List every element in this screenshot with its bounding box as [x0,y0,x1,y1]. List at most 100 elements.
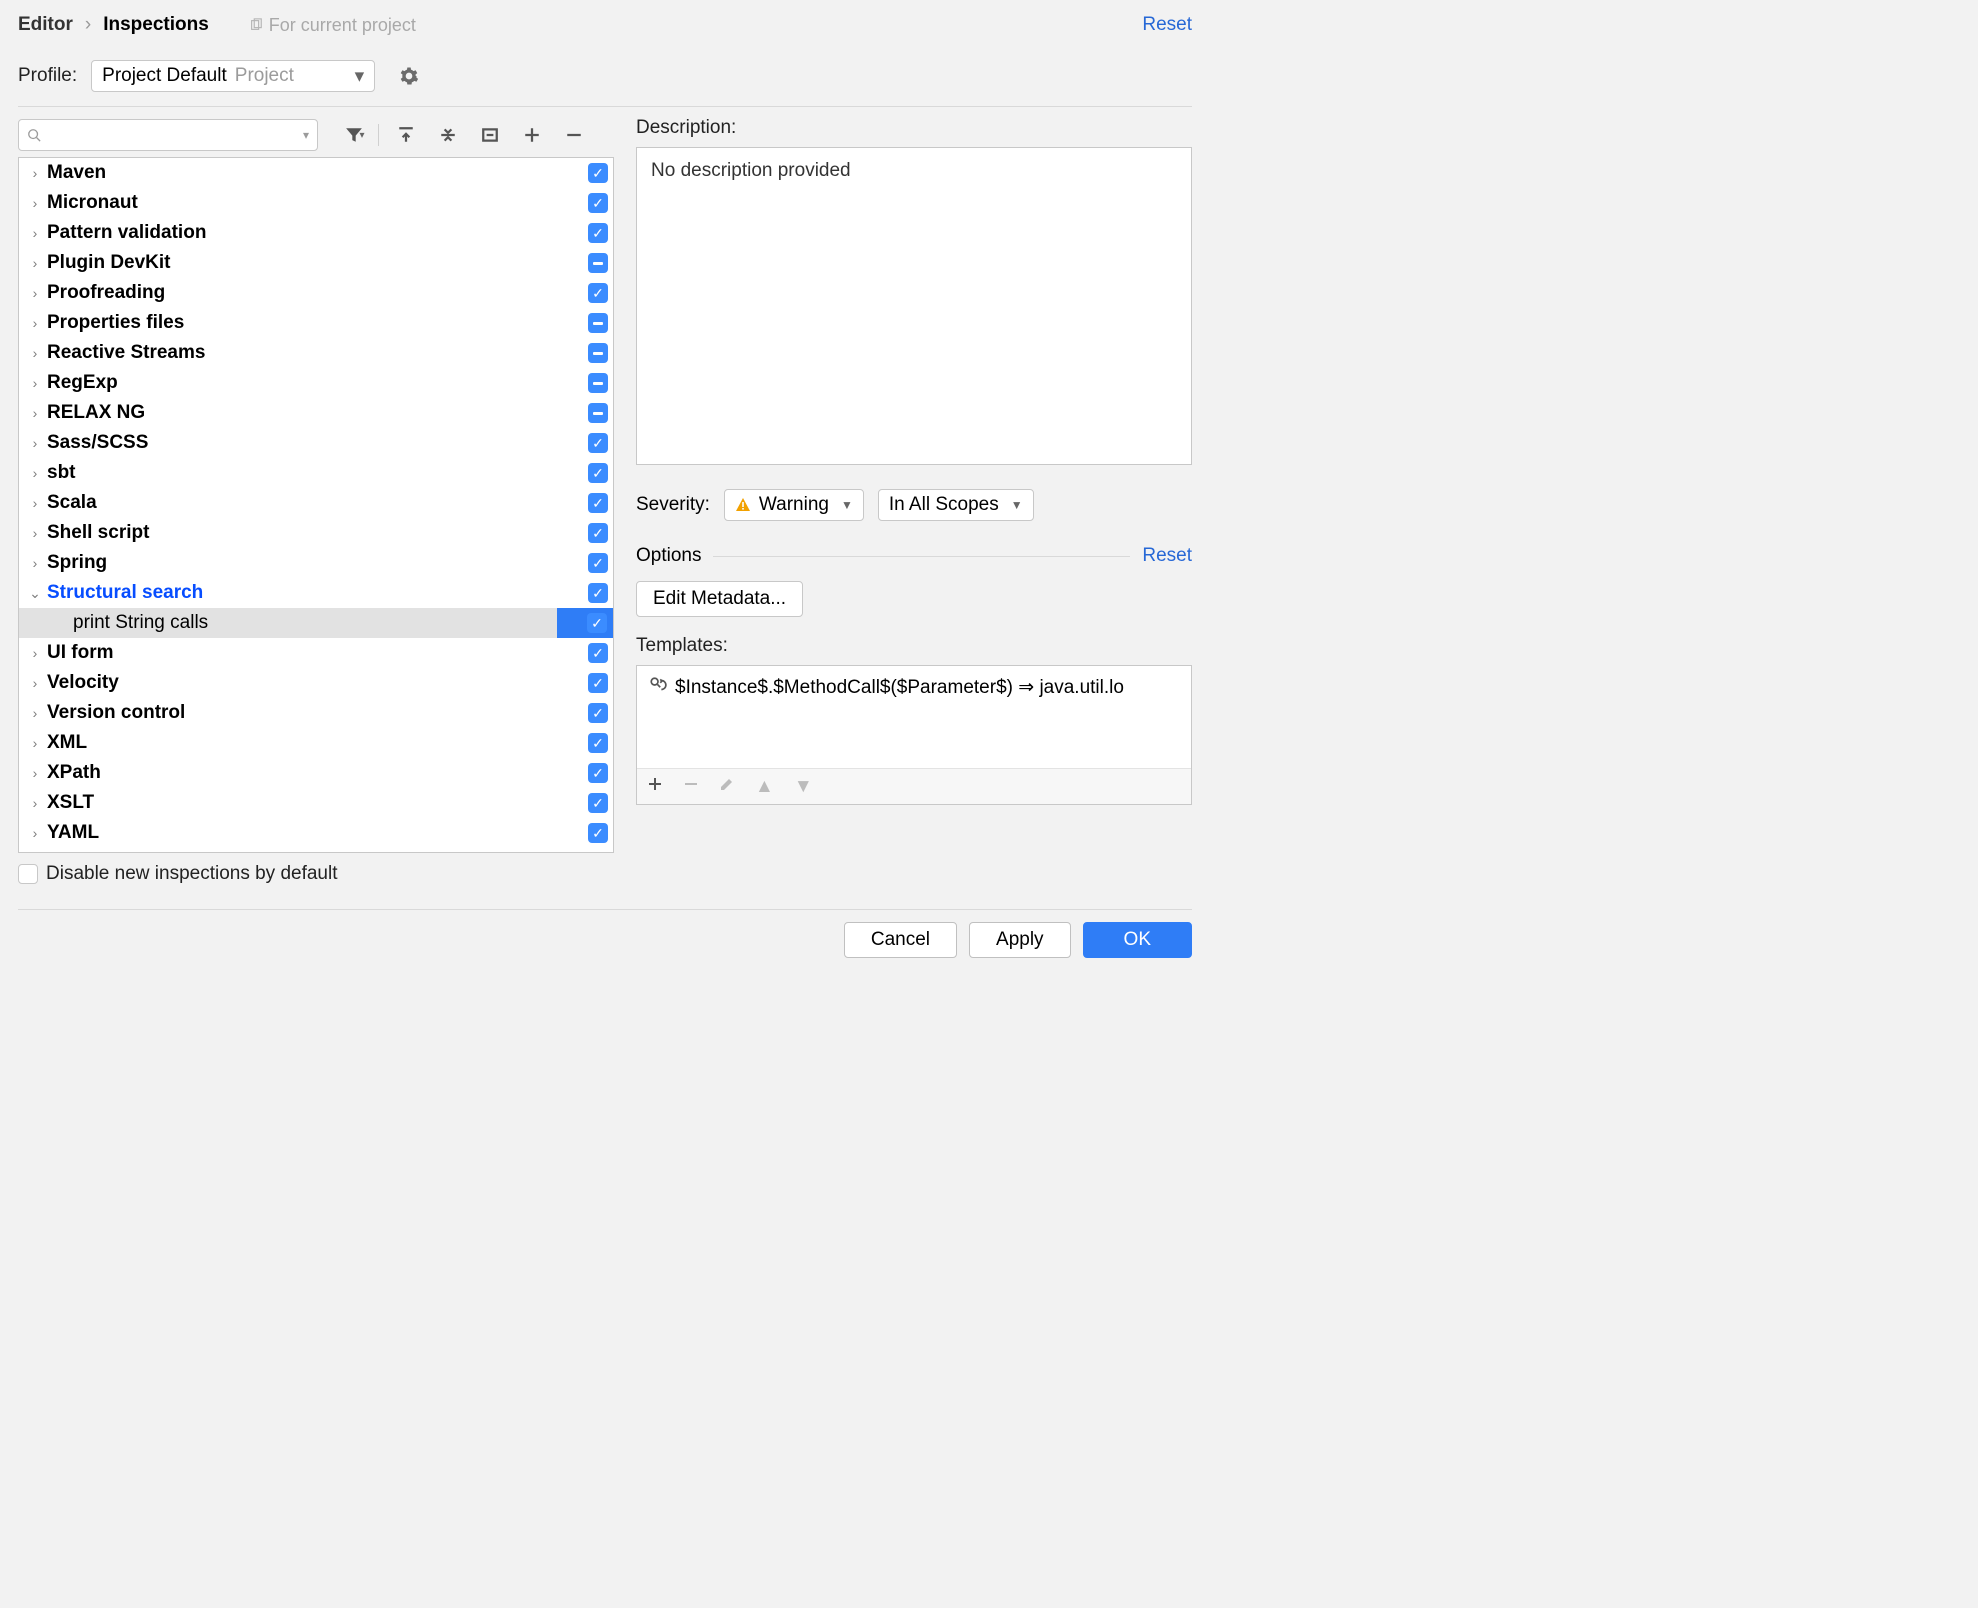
tree-row[interactable]: ›Pattern validation✓ [19,218,613,248]
inspection-checkbox[interactable]: ✓ [588,763,608,783]
chevron-right-icon[interactable]: › [23,825,47,841]
inspection-checkbox[interactable]: ✓ [588,163,608,183]
template-remove-icon[interactable] [683,776,699,798]
template-replace-icon [649,676,667,694]
apply-button[interactable]: Apply [969,922,1071,958]
tree-row[interactable]: ›RELAX NG [19,398,613,428]
reset-link[interactable]: Reset [1142,14,1192,36]
severity-select[interactable]: Warning ▼ [724,489,864,521]
tree-row[interactable]: ›Sass/SCSS✓ [19,428,613,458]
chevron-right-icon[interactable]: › [23,165,47,181]
gear-icon[interactable] [399,66,419,86]
template-move-down-icon[interactable]: ▼ [794,776,813,798]
scope-text: For current project [269,15,416,36]
cancel-button[interactable]: Cancel [844,922,957,958]
scope-select[interactable]: In All Scopes ▼ [878,489,1034,521]
inspection-checkbox[interactable]: ✓ [588,733,608,753]
inspection-checkbox[interactable]: ✓ [588,283,608,303]
tree-row[interactable]: ⌄Structural search✓ [19,578,613,608]
chevron-right-icon[interactable]: › [23,705,47,721]
tree-item-label: RELAX NG [47,402,145,424]
inspection-checkbox[interactable]: ✓ [588,643,608,663]
ok-button[interactable]: OK [1083,922,1192,958]
chevron-right-icon[interactable]: › [23,225,47,241]
inspection-checkbox[interactable] [588,373,608,393]
breadcrumb-inspections[interactable]: Inspections [103,14,209,36]
tree-row[interactable]: print String calls✓ [19,608,613,638]
tree-row[interactable]: ›Maven✓ [19,158,613,188]
tree-row[interactable]: ›Scala✓ [19,488,613,518]
tree-row[interactable]: ›XPath✓ [19,758,613,788]
profile-select[interactable]: Project Default Project ▾ [91,60,375,92]
template-edit-icon[interactable] [719,776,735,798]
chevron-right-icon[interactable]: › [23,315,47,331]
chevron-right-icon[interactable]: › [23,675,47,691]
filter-icon[interactable]: ▾ [340,120,370,150]
inspection-checkbox[interactable]: ✓ [588,823,608,843]
inspection-checkbox[interactable] [588,253,608,273]
inspection-checkbox[interactable]: ✓ [588,673,608,693]
collapse-all-icon[interactable] [433,120,463,150]
tree-row[interactable]: ›Shell script✓ [19,518,613,548]
inspection-checkbox[interactable]: ✓ [588,433,608,453]
inspection-checkbox[interactable]: ✓ [588,463,608,483]
chevron-right-icon[interactable]: › [23,555,47,571]
inspection-tree[interactable]: ›Maven✓›Micronaut✓›Pattern validation✓›P… [18,157,614,853]
inspection-checkbox[interactable] [588,313,608,333]
breadcrumb-editor[interactable]: Editor [18,14,73,36]
options-reset-link[interactable]: Reset [1142,545,1192,567]
inspection-checkbox[interactable] [588,343,608,363]
tree-row[interactable]: ›RegExp [19,368,613,398]
search-input[interactable]: ▾ [18,119,318,151]
chevron-right-icon[interactable]: › [23,465,47,481]
template-add-icon[interactable] [647,776,663,798]
template-item[interactable]: $Instance$.$MethodCall$($Parameter$) ⇒ j… [675,676,1124,699]
tree-row[interactable]: ›Version control✓ [19,698,613,728]
chevron-right-icon[interactable]: › [23,195,47,211]
tree-row[interactable]: ›Proofreading✓ [19,278,613,308]
tree-row[interactable]: ›Reactive Streams [19,338,613,368]
chevron-right-icon[interactable]: › [23,735,47,751]
inspection-checkbox[interactable] [588,403,608,423]
disable-new-checkbox[interactable] [18,864,38,884]
chevron-down-icon[interactable]: ⌄ [23,585,47,602]
chevron-right-icon[interactable]: › [23,375,47,391]
chevron-right-icon[interactable]: › [23,345,47,361]
chevron-right-icon[interactable]: › [23,645,47,661]
chevron-right-icon[interactable]: › [23,795,47,811]
tree-row[interactable]: ›Velocity✓ [19,668,613,698]
tree-row[interactable]: ›Properties files [19,308,613,338]
expand-all-icon[interactable] [391,120,421,150]
chevron-right-icon[interactable]: › [23,525,47,541]
chevron-right-icon[interactable]: › [23,495,47,511]
tree-row[interactable]: ›Plugin DevKit [19,248,613,278]
edit-metadata-button[interactable]: Edit Metadata... [636,581,803,617]
remove-icon[interactable] [559,120,589,150]
inspection-checkbox[interactable]: ✓ [588,493,608,513]
chevron-right-icon[interactable]: › [23,435,47,451]
inspection-checkbox[interactable]: ✓ [588,793,608,813]
chevron-right-icon[interactable]: › [23,285,47,301]
tree-row[interactable]: ›XML✓ [19,728,613,758]
tree-row[interactable]: ›YAML ✓ [19,818,613,848]
tree-row[interactable]: ›Micronaut✓ [19,188,613,218]
tree-row[interactable]: ›UI form✓ [19,638,613,668]
tree-item-label: YAML [47,822,99,844]
inspection-checkbox[interactable]: ✓ [588,223,608,243]
toggle-square-icon[interactable] [475,120,505,150]
description-text: No description provided [651,160,851,181]
tree-row[interactable]: ›XSLT✓ [19,788,613,818]
chevron-right-icon[interactable]: › [23,255,47,271]
tree-row[interactable]: ›sbt✓ [19,458,613,488]
chevron-right-icon[interactable]: › [23,405,47,421]
inspection-checkbox[interactable]: ✓ [588,193,608,213]
inspection-checkbox[interactable]: ✓ [588,523,608,543]
inspection-checkbox[interactable]: ✓ [588,583,608,603]
tree-row[interactable]: ›Spring✓ [19,548,613,578]
inspection-checkbox[interactable]: ✓ [587,613,607,633]
add-icon[interactable] [517,120,547,150]
inspection-checkbox[interactable]: ✓ [588,553,608,573]
chevron-right-icon[interactable]: › [23,765,47,781]
template-move-up-icon[interactable]: ▲ [755,776,774,798]
inspection-checkbox[interactable]: ✓ [588,703,608,723]
